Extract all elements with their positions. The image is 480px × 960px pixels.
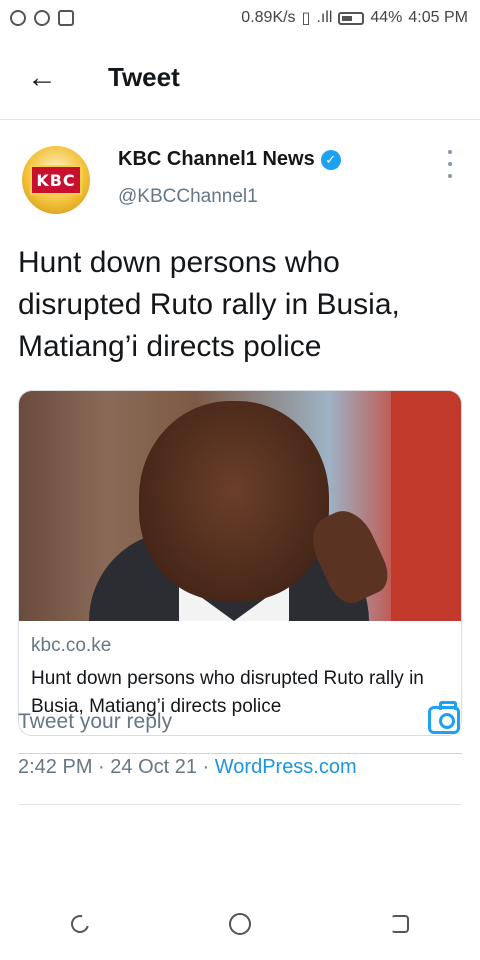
system-nav-bar [0, 888, 480, 960]
link-card[interactable]: kbc.co.ke Hunt down persons who disrupte… [18, 390, 462, 736]
camera-icon[interactable] [428, 701, 460, 734]
system-back-button[interactable] [380, 904, 420, 944]
vibrate-icon: ▯ [301, 10, 311, 27]
notification-icons [10, 10, 74, 26]
arrow-left-icon: ← [27, 60, 57, 94]
author-handle[interactable]: @KBCChannel1 [118, 186, 258, 208]
top-app-bar: ← Tweet [0, 36, 480, 120]
tweet-source-link[interactable]: WordPress.com [215, 756, 357, 778]
card-domain: kbc.co.ke [31, 635, 112, 656]
meta-separator: · [98, 756, 111, 778]
home-circle-icon [229, 913, 251, 935]
network-speed: 0.89K/s [241, 9, 296, 26]
system-status: 0.89K/s ▯ .ıll 44% 4:05 PM [241, 8, 468, 28]
author-name[interactable]: KBC Channel1 News ✓ [118, 148, 341, 171]
tweet-detail: KBC KBC Channel1 News ✓ @KBCChannel1 Hun… [0, 120, 480, 805]
tweet-text: Hunt down persons who disrupted Ruto ral… [18, 246, 400, 363]
tweet-time: 2:42 PM [18, 756, 93, 778]
gallery-icon [58, 10, 74, 26]
tweet-date: 24 Oct 21 [110, 756, 197, 778]
battery-percent: 44% [370, 9, 403, 26]
battery-icon [338, 11, 365, 25]
back-nav-icon [391, 915, 409, 933]
more-options-icon[interactable] [442, 150, 458, 178]
author-row: KBC KBC Channel1 News ✓ @KBCChannel1 [0, 120, 480, 232]
reply-input[interactable]: Tweet your reply [18, 690, 462, 754]
whatsapp-icon [10, 10, 26, 26]
status-bar: 0.89K/s ▯ .ıll 44% 4:05 PM [0, 0, 480, 36]
clock: 4:05 PM [408, 9, 468, 26]
home-button[interactable] [220, 904, 260, 944]
recents-button[interactable] [60, 904, 100, 944]
kbc-logo-icon: KBC [30, 165, 82, 195]
verified-badge-icon: ✓ [320, 149, 341, 170]
card-image [19, 391, 461, 621]
signal-icon: .ıll [316, 9, 333, 26]
tweet-timestamp: 2:42 PM · 24 Oct 21 · WordPress.com [18, 756, 357, 779]
recents-icon [67, 911, 93, 937]
divider [18, 804, 462, 805]
chrome-icon [34, 10, 50, 26]
author-name-label: KBC Channel1 News [118, 148, 315, 170]
avatar[interactable]: KBC [22, 146, 90, 214]
page-title: Tweet [108, 62, 180, 92]
meta-separator: · [202, 756, 215, 778]
back-button[interactable]: ← [0, 36, 84, 120]
